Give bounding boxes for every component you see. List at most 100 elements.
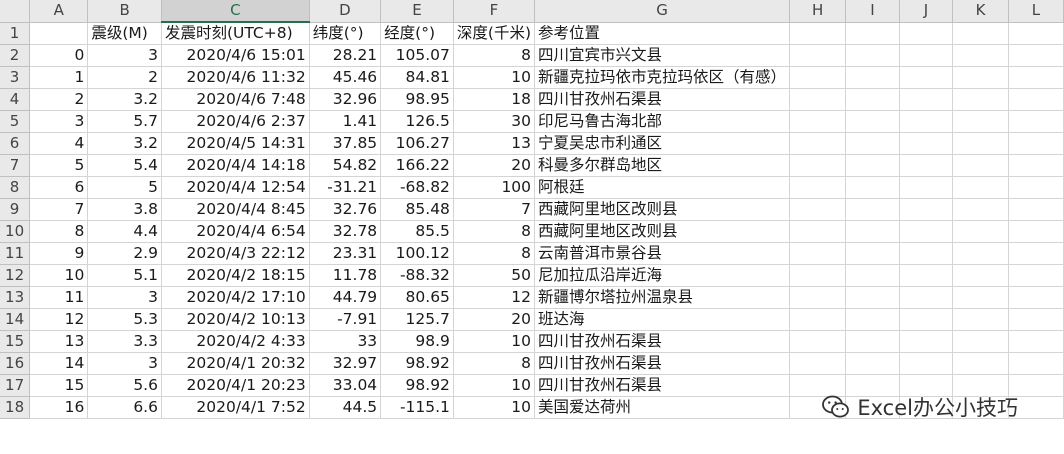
- cell[interactable]: 44.5: [309, 396, 382, 419]
- cell[interactable]: 2020/4/2 4:33: [161, 330, 310, 353]
- cell[interactable]: -31.21: [309, 176, 382, 199]
- cell[interactable]: [952, 44, 1009, 67]
- cell[interactable]: [789, 198, 847, 221]
- cell[interactable]: 30: [453, 110, 536, 133]
- cell[interactable]: [1008, 352, 1064, 375]
- cell[interactable]: 班达海: [534, 308, 791, 331]
- column-header-b[interactable]: B: [87, 0, 162, 23]
- cell[interactable]: [845, 242, 900, 265]
- cell-header-a[interactable]: [29, 22, 89, 45]
- cell-header-l[interactable]: [1008, 22, 1064, 45]
- cell[interactable]: 18: [453, 88, 536, 111]
- cell-header-i[interactable]: [845, 22, 900, 45]
- cell-header-b[interactable]: 震级(M): [87, 22, 162, 45]
- cell[interactable]: [1008, 264, 1064, 287]
- cell[interactable]: 13: [453, 132, 536, 155]
- cell[interactable]: [789, 44, 847, 67]
- cell[interactable]: 14: [29, 352, 89, 375]
- cell[interactable]: [789, 110, 847, 133]
- cell[interactable]: [845, 132, 900, 155]
- cell[interactable]: 5: [87, 176, 162, 199]
- cell[interactable]: 1.41: [309, 110, 382, 133]
- row-header[interactable]: 5: [0, 110, 31, 133]
- cell[interactable]: 5.7: [87, 110, 162, 133]
- row-header[interactable]: 13: [0, 286, 31, 309]
- cell[interactable]: 5: [29, 154, 89, 177]
- cell[interactable]: 5.1: [87, 264, 162, 287]
- cell[interactable]: [789, 264, 847, 287]
- cell[interactable]: 10: [453, 330, 536, 353]
- cell[interactable]: [1008, 176, 1064, 199]
- cell[interactable]: [952, 308, 1009, 331]
- cell[interactable]: [845, 264, 900, 287]
- row-header[interactable]: 1: [0, 22, 31, 45]
- cell[interactable]: [789, 88, 847, 111]
- cell[interactable]: [845, 220, 900, 243]
- row-header[interactable]: 7: [0, 154, 31, 177]
- row-header[interactable]: 14: [0, 308, 31, 331]
- cell[interactable]: [899, 66, 954, 89]
- cell-header-e[interactable]: 经度(°): [380, 22, 454, 45]
- cell[interactable]: [845, 88, 900, 111]
- cell[interactable]: 四川甘孜州石渠县: [534, 330, 791, 353]
- cell[interactable]: 98.9: [380, 330, 454, 353]
- cell[interactable]: 2020/4/6 11:32: [161, 66, 310, 89]
- cell[interactable]: 4: [29, 132, 89, 155]
- row-header[interactable]: 17: [0, 374, 31, 397]
- cell[interactable]: 11: [29, 286, 89, 309]
- cell[interactable]: 9: [29, 242, 89, 265]
- cell[interactable]: [899, 330, 954, 353]
- cell[interactable]: [952, 286, 1009, 309]
- cell[interactable]: 科曼多尔群岛地区: [534, 154, 791, 177]
- cell[interactable]: 2020/4/6 7:48: [161, 88, 310, 111]
- cell[interactable]: 印尼马鲁古海北部: [534, 110, 791, 133]
- cell[interactable]: 54.82: [309, 154, 382, 177]
- cell[interactable]: 10: [453, 66, 536, 89]
- cell[interactable]: 32.97: [309, 352, 382, 375]
- cell[interactable]: -88.32: [380, 264, 454, 287]
- cell[interactable]: [845, 352, 900, 375]
- cell[interactable]: 云南普洱市景谷县: [534, 242, 791, 265]
- cell[interactable]: 32.78: [309, 220, 382, 243]
- cell[interactable]: 阿根廷: [534, 176, 791, 199]
- cell[interactable]: 3: [87, 44, 162, 67]
- cell[interactable]: [845, 154, 900, 177]
- row-header[interactable]: 3: [0, 66, 31, 89]
- cell[interactable]: 2020/4/2 18:15: [161, 264, 310, 287]
- cell[interactable]: [1008, 330, 1064, 353]
- cell[interactable]: [1008, 132, 1064, 155]
- cell[interactable]: [952, 330, 1009, 353]
- cell-header-c[interactable]: 发震时刻(UTC+8): [161, 22, 310, 45]
- cell[interactable]: 8: [453, 242, 536, 265]
- cell[interactable]: 80.65: [380, 286, 454, 309]
- cell[interactable]: 100: [453, 176, 536, 199]
- cell[interactable]: [845, 176, 900, 199]
- row-header[interactable]: 18: [0, 396, 31, 419]
- cell[interactable]: [1008, 110, 1064, 133]
- cell[interactable]: [845, 110, 900, 133]
- cell-header-h[interactable]: [789, 22, 847, 45]
- cell[interactable]: [1008, 66, 1064, 89]
- cell[interactable]: 2020/4/3 22:12: [161, 242, 310, 265]
- cell[interactable]: [952, 242, 1009, 265]
- cell[interactable]: 50: [453, 264, 536, 287]
- row-header[interactable]: 2: [0, 44, 31, 67]
- cell[interactable]: 2020/4/6 15:01: [161, 44, 310, 67]
- cell[interactable]: [952, 220, 1009, 243]
- cell[interactable]: 宁夏吴忠市利通区: [534, 132, 791, 155]
- cell[interactable]: [952, 132, 1009, 155]
- cell[interactable]: [845, 286, 900, 309]
- cell[interactable]: [789, 220, 847, 243]
- cell[interactable]: [952, 88, 1009, 111]
- select-all-corner[interactable]: [0, 0, 31, 23]
- cell[interactable]: [899, 352, 954, 375]
- cell[interactable]: [1008, 308, 1064, 331]
- column-header-a[interactable]: A: [29, 0, 89, 23]
- cell[interactable]: [789, 154, 847, 177]
- cell[interactable]: 100.12: [380, 242, 454, 265]
- cell-header-d[interactable]: 纬度(°): [309, 22, 382, 45]
- cell[interactable]: -68.82: [380, 176, 454, 199]
- cell[interactable]: 尼加拉瓜沿岸近海: [534, 264, 791, 287]
- cell[interactable]: 10: [453, 396, 536, 419]
- cell[interactable]: 28.21: [309, 44, 382, 67]
